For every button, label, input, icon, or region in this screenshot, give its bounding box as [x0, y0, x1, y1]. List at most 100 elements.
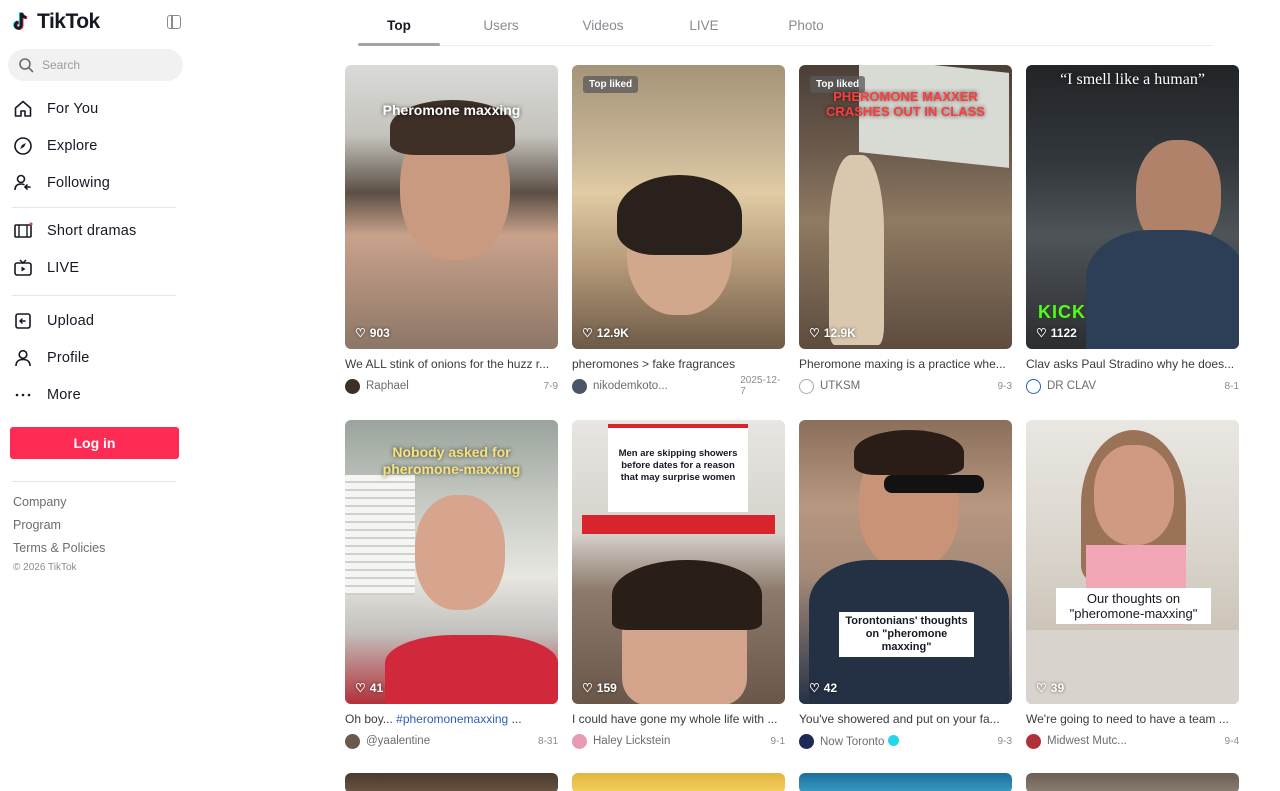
nav-item-live[interactable]: LIVE: [12, 249, 182, 286]
heart-icon: ♡: [582, 326, 593, 340]
footer-divider: [12, 481, 176, 482]
video-description[interactable]: You've showered and put on your fa...: [799, 712, 1012, 727]
avatar[interactable]: [799, 378, 814, 394]
author-name[interactable]: Midwest Mutc...: [1047, 735, 1197, 747]
author-name[interactable]: DR CLAV: [1047, 380, 1197, 392]
person-shirt-shape: [1086, 230, 1239, 349]
collapse-sidebar-icon[interactable]: [167, 15, 181, 29]
video-overlay-text: Nobody asked for pheromone-maxxing: [382, 444, 521, 477]
author-name[interactable]: Haley Lickstein: [593, 735, 743, 747]
heart-icon: ♡: [355, 681, 366, 695]
video-thumbnail[interactable]: Nobody asked for pheromone-maxxing ♡ 41: [345, 420, 558, 704]
nav-item-profile[interactable]: Profile: [12, 339, 182, 376]
description-text: Oh boy...: [345, 712, 397, 726]
video-card[interactable]: [572, 773, 785, 791]
video-card[interactable]: Nobody asked for pheromone-maxxing ♡ 41 O…: [345, 420, 558, 749]
video-thumbnail[interactable]: [345, 773, 558, 791]
video-thumbnail[interactable]: [572, 773, 785, 791]
tab-users[interactable]: Users: [460, 18, 542, 33]
footer-link-terms[interactable]: Terms & Policies: [13, 541, 105, 564]
nav-item-for-you[interactable]: For You: [12, 90, 182, 127]
video-overlay-text: Pheromone maxxing: [382, 102, 521, 118]
like-count-value: 39: [1050, 681, 1065, 695]
brand-name: TikTok: [37, 10, 100, 33]
video-thumbnail[interactable]: Top liked PHEROMONE MAXXER CRASHES OUT I…: [799, 65, 1012, 349]
video-thumbnail[interactable]: Pheromone maxxing ♡ 903: [345, 65, 558, 349]
video-description[interactable]: We're going to need to have a team ...: [1026, 712, 1239, 727]
avatar[interactable]: [799, 733, 814, 749]
video-card[interactable]: [799, 773, 1012, 791]
avatar[interactable]: [345, 378, 360, 394]
video-description[interactable]: Oh boy... #pheromonemaxxing ...: [345, 712, 558, 727]
nav-item-upload[interactable]: Upload: [12, 302, 182, 339]
avatar[interactable]: [1026, 733, 1041, 749]
heart-icon: ♡: [1036, 326, 1047, 340]
video-description[interactable]: We ALL stink of onions for the huzz r...: [345, 357, 558, 372]
login-button[interactable]: Log in: [10, 427, 179, 459]
search-icon: [19, 58, 34, 73]
author-name[interactable]: @yaalentine: [366, 735, 516, 747]
video-card[interactable]: Torontonians' thoughts on "pheromone max…: [799, 420, 1012, 749]
avatar[interactable]: [572, 378, 587, 394]
video-description[interactable]: I could have gone my whole life with ...: [572, 712, 785, 727]
tab-videos[interactable]: Videos: [562, 18, 644, 33]
video-thumbnail[interactable]: Our thoughts on "pheromone-maxxing" ♡ 39: [1026, 420, 1239, 704]
avatar[interactable]: [572, 733, 587, 749]
search-tabs: Top Users Videos LIVE Photo: [358, 0, 1213, 46]
like-count: ♡ 159: [582, 681, 617, 695]
video-thumbnail[interactable]: Men are skipping showers before dates fo…: [572, 420, 785, 704]
profile-icon: [12, 347, 34, 369]
nav-item-short-dramas[interactable]: Short dramas: [12, 212, 182, 249]
video-thumbnail[interactable]: Torontonians' thoughts on "pheromone max…: [799, 420, 1012, 704]
nav-item-explore[interactable]: Explore: [12, 127, 182, 164]
video-thumbnail[interactable]: [799, 773, 1012, 791]
avatar[interactable]: [345, 733, 360, 749]
video-meta: Midwest Mutc... 9-4: [1026, 733, 1239, 749]
top-liked-badge: Top liked: [583, 76, 639, 93]
video-card[interactable]: Our thoughts on "pheromone-maxxing" ♡ 39 …: [1026, 420, 1239, 749]
video-card[interactable]: Top liked PHEROMONE MAXXER CRASHES OUT I…: [799, 65, 1012, 394]
nav-divider: [12, 207, 176, 208]
author-name[interactable]: Raphael: [366, 380, 516, 392]
tab-top[interactable]: Top: [358, 18, 440, 33]
footer-link-company[interactable]: Company: [13, 495, 105, 518]
video-card[interactable]: Pheromone maxxing ♡ 903 We ALL stink of o…: [345, 65, 558, 394]
video-card[interactable]: Men are skipping showers before dates fo…: [572, 420, 785, 749]
nav-item-following[interactable]: Following: [12, 164, 182, 201]
video-thumbnail[interactable]: [1026, 773, 1239, 791]
kick-logo: KICK: [1038, 302, 1086, 322]
author-name[interactable]: UTKSM: [820, 380, 970, 392]
heart-icon: ♡: [809, 326, 820, 340]
video-meta: @yaalentine 8-31: [345, 733, 558, 749]
video-card[interactable]: [1026, 773, 1239, 791]
video-description[interactable]: Pheromone maxing is a practice whe...: [799, 357, 1012, 372]
video-card[interactable]: [345, 773, 558, 791]
avatar[interactable]: [1026, 378, 1041, 394]
video-thumbnail[interactable]: “I smell like a human” KICK ♡ 1122: [1026, 65, 1239, 349]
author-name[interactable]: Now Toronto: [820, 734, 970, 748]
video-card[interactable]: Top liked ♡ 12.9K pheromones > fake fragr…: [572, 65, 785, 397]
tiktok-logo[interactable]: TikTok: [12, 10, 187, 34]
footer-link-program[interactable]: Program: [13, 518, 105, 541]
tab-photo[interactable]: Photo: [765, 18, 847, 33]
author-name[interactable]: nikodemkoto...: [593, 380, 740, 392]
video-card[interactable]: “I smell like a human” KICK ♡ 1122 Clav a…: [1026, 65, 1239, 394]
hashtag-link[interactable]: #pheromonemaxxing: [396, 712, 508, 726]
like-count: ♡ 1122: [1036, 326, 1077, 340]
like-count-value: 159: [596, 681, 617, 695]
search-bar[interactable]: [8, 49, 183, 81]
app-root: TikTok For You Explore: [0, 0, 1280, 791]
video-description[interactable]: pheromones > fake fragrances: [572, 357, 785, 372]
tab-live[interactable]: LIVE: [663, 18, 745, 33]
video-thumbnail[interactable]: Top liked ♡ 12.9K: [572, 65, 785, 349]
verified-badge-icon: [888, 734, 900, 746]
active-tab-indicator: [358, 43, 440, 46]
search-input[interactable]: [42, 58, 172, 72]
video-overlay-text: Men are skipping showers before dates fo…: [618, 448, 738, 483]
nav-primary: For You Explore Following: [12, 90, 182, 201]
nav-item-more[interactable]: More: [12, 376, 182, 413]
nav-label: Upload: [47, 312, 95, 329]
video-description[interactable]: Clav asks Paul Stradino why he does...: [1026, 357, 1239, 372]
video-meta: UTKSM 9-3: [799, 378, 1012, 394]
like-count: ♡ 41: [355, 681, 383, 695]
